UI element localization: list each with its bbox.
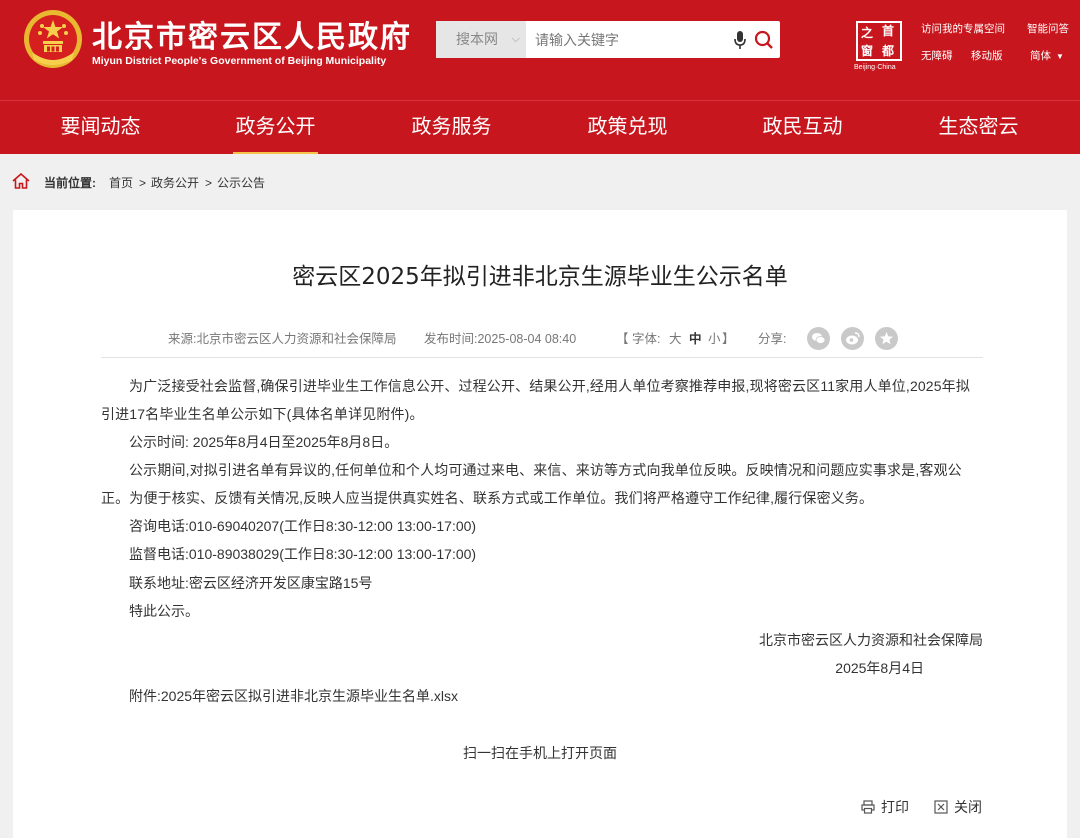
favorite-share-icon[interactable] [875,327,898,350]
font-size-medium[interactable]: 中 [689,332,702,346]
nav-item-interaction[interactable]: 政民互动 [715,101,890,155]
font-size-small[interactable]: 小 [708,332,721,346]
capital-logo-glyph: 首 [882,24,895,38]
article-intro-paragraph: 为广泛接受社会监督,确保引进毕业生工作信息公开、过程公开、结果公开,经用人单位考… [101,378,970,422]
mobile-version-link[interactable]: 移动版 [971,48,1003,63]
breadcrumb-government-affairs[interactable]: 政务公开 [151,176,199,190]
font-size-label: 【 字体: [616,332,661,346]
wechat-share-icon[interactable] [807,327,830,350]
article-title: 密云区2025年拟引进非北京生源毕业生公示名单 [292,264,788,290]
share-label: 分享: [758,332,787,346]
breadcrumb-announcements[interactable]: 公示公告 [217,176,265,190]
signature-org: 北京市密云区人力资源和社会保障局 [759,632,983,648]
home-icon [12,173,30,189]
weibo-share-icon[interactable] [841,327,864,350]
consult-phone: 咨询电话:010-69040207(工作日8:30-12:00 13:00-17… [129,518,477,534]
print-button[interactable]: 打印 [861,798,909,816]
capital-window-logo[interactable]: 之 首 窗 都 [856,21,902,61]
breadcrumb: 当前位置: 首页 > 政务公开 > 公示公告 [0,154,1080,210]
nav-item-services[interactable]: 政务服务 [364,101,539,155]
font-size-large[interactable]: 大 [669,332,682,346]
site-header: 北京市密云区人民政府 Miyun District People's Gover… [0,0,1080,100]
my-space-link[interactable]: 访问我的专属空间 [921,21,1005,36]
language-select[interactable]: 简体 ▼ [1030,48,1064,63]
font-size-bracket-close: 】 [722,332,735,346]
search-icon[interactable] [754,30,774,50]
article-panel: 密云区2025年拟引进非北京生源毕业生公示名单 来源:北京市密云区人力资源和社会… [13,210,1067,838]
search-scope-select[interactable]: 搜本网 ⌵ [436,21,526,58]
search-input[interactable] [526,21,726,58]
signature-date: 2025年8月4日 [835,660,924,676]
main-nav: 要闻动态 政务公开 政务服务 政策兑现 政民互动 生态密云 [0,100,1080,155]
chevron-down-icon: ⌵ [511,33,520,45]
search-scope-label: 搜本网 [456,31,498,47]
supervise-phone: 监督电话:010-89038029(工作日8:30-12:00 13:00-17… [129,546,477,562]
close-button[interactable]: 关闭 [934,798,982,816]
attachment-link[interactable]: 附件:2025年密云区拟引进非北京生源毕业生名单.xlsx [129,682,458,710]
closing-statement: 特此公示。 [129,603,199,619]
accessibility-link[interactable]: 无障碍 [921,48,953,63]
close-icon [934,800,948,814]
search-bar: 搜本网 ⌵ [436,21,780,58]
capital-logo-caption: Beijing·China [854,64,896,71]
meta-divider [101,357,983,358]
caret-down-icon: ▼ [1056,52,1064,61]
objection-paragraph: 公示期间,对拟引进名单有异议的,任何单位和个人均可通过来电、来信、来访等方式向我… [101,462,962,506]
microphone-icon[interactable] [733,30,747,50]
nav-item-government-affairs[interactable]: 政务公开 [188,101,363,155]
breadcrumb-prefix: 当前位置: [44,176,96,190]
article-date: 发布时间:2025-08-04 08:40 [424,332,577,346]
printer-icon [861,800,875,814]
contact-address: 联系地址:密云区经济开发区康宝路15号 [129,575,373,591]
nav-item-ecology[interactable]: 生态密云 [891,101,1066,155]
national-emblem-icon[interactable] [22,8,84,70]
nav-item-news[interactable]: 要闻动态 [13,101,188,155]
smart-qa-link[interactable]: 智能问答 [1027,21,1069,36]
article-source: 来源:北京市密云区人力资源和社会保障局 [168,332,397,346]
publicity-period: 公示时间: 2025年8月4日至2025年8月8日。 [129,434,399,450]
site-title: 北京市密云区人民政府 [92,20,412,55]
capital-logo-glyph: 之 [861,26,874,40]
breadcrumb-separator: > [205,176,213,190]
breadcrumb-separator: > [139,176,147,190]
capital-logo-glyph: 都 [882,44,895,58]
breadcrumb-home[interactable]: 首页 [109,176,133,190]
qr-code-hint[interactable]: 扫一扫在手机上打开页面 [13,743,1067,763]
site-subtitle: Miyun District People's Government of Be… [92,55,387,67]
language-label: 简体 [1030,50,1051,62]
capital-logo-glyph: 窗 [861,44,874,58]
nav-item-policy[interactable]: 政策兑现 [540,101,715,155]
